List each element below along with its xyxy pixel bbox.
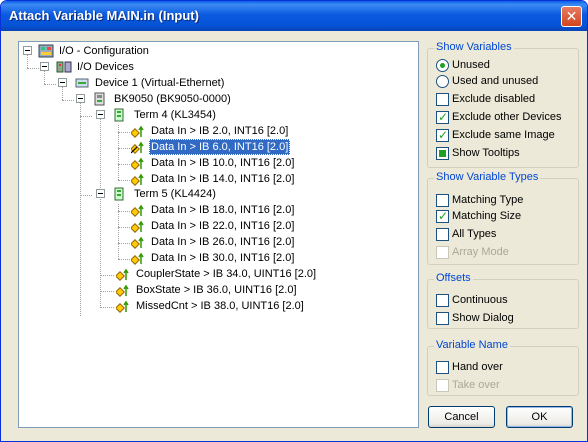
input-variable-icon	[116, 300, 129, 313]
title-bar[interactable]: Attach Variable MAIN.in (Input) ✕	[1, 1, 587, 31]
input-variable-icon	[116, 284, 129, 297]
input-variable-icon	[131, 236, 144, 249]
collapse-toggle-term4[interactable]	[96, 110, 105, 119]
terminal-icon	[114, 108, 124, 122]
collapse-toggle-bk9050[interactable]	[76, 94, 85, 103]
show-variable-types-group: Show Variable Types Matching Type ✓ Matc…	[427, 171, 579, 265]
ethernet-device-icon	[75, 78, 89, 88]
io-devices-icon	[56, 61, 72, 73]
offsets-group: Offsets Continuous Show Dialog	[427, 272, 579, 329]
show-variable-types-legend: Show Variable Types	[434, 171, 541, 183]
ok-button[interactable]: OK	[506, 406, 573, 428]
input-variable-icon	[131, 125, 144, 138]
variable-name-group: Variable Name Hand over Take over	[427, 339, 579, 396]
input-variable-icon	[131, 173, 144, 186]
collapse-toggle-device1[interactable]	[58, 78, 67, 87]
input-variable-icon	[131, 157, 144, 170]
show-variables-group: Show Variables Unused Used and unused Ex…	[427, 41, 579, 168]
input-variable-icon	[131, 220, 144, 233]
io-tree-view[interactable]: I/O - Configuration I/O Devices Device 1…	[18, 41, 419, 428]
input-variable-icon	[131, 204, 144, 217]
attach-variable-dialog: Attach Variable MAIN.in (Input) ✕ I/O - …	[0, 0, 588, 442]
input-variable-icon	[116, 268, 129, 281]
variable-name-legend: Variable Name	[434, 339, 510, 351]
io-config-icon	[38, 44, 54, 58]
collapse-toggle-root[interactable]	[23, 46, 32, 55]
input-variable-icon	[131, 252, 144, 265]
show-variables-legend: Show Variables	[434, 41, 514, 53]
terminal-icon	[114, 187, 124, 201]
cancel-button[interactable]: Cancel	[428, 406, 495, 428]
collapse-toggle-term5[interactable]	[96, 189, 105, 198]
close-button[interactable]: ✕	[561, 6, 582, 27]
offsets-legend: Offsets	[434, 272, 473, 284]
bus-coupler-icon	[94, 92, 105, 106]
window-title: Attach Variable MAIN.in (Input)	[9, 8, 199, 23]
input-variable-icon-attached	[131, 141, 144, 154]
collapse-toggle-io-devices[interactable]	[40, 62, 49, 71]
